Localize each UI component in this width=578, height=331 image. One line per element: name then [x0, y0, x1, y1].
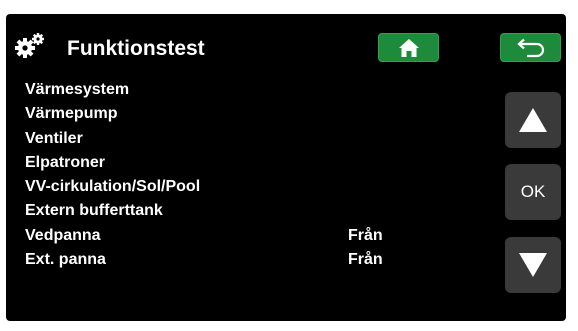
menu-item-value: Från: [348, 226, 383, 244]
page-title: Funktionstest: [67, 37, 205, 60]
menu-item-varmesystem[interactable]: Värmesystem: [25, 80, 405, 104]
display-screen: Funktionstest Värmesystem Värmepump Vent…: [6, 14, 566, 321]
menu-item-label: VV-cirkulation/Sol/Pool: [25, 178, 201, 196]
home-icon: [398, 38, 419, 57]
menu-list: Värmesystem Värmepump Ventiler Elpatrone…: [25, 80, 405, 274]
scroll-up-button[interactable]: [505, 92, 561, 148]
ok-label: OK: [520, 182, 546, 201]
menu-item-label: Värmesystem: [25, 81, 130, 98]
menu-item-elpatroner[interactable]: Elpatroner: [25, 153, 405, 177]
menu-item-label: Ventiler: [25, 129, 83, 147]
menu-item-value: Från: [348, 251, 383, 269]
gears-icon: [15, 33, 44, 58]
return-arrow-icon: [516, 38, 544, 57]
menu-item-label: Extern bufferttank: [25, 202, 163, 220]
menu-item-label: Vedpanna: [25, 226, 101, 244]
menu-item-vedpanna[interactable]: Vedpanna Från: [25, 226, 405, 250]
menu-item-label: Ext. panna: [25, 251, 106, 269]
menu-item-label: Värmepump: [25, 105, 118, 123]
menu-item-label: Elpatroner: [25, 153, 106, 171]
menu-item-vv-cirkulation[interactable]: VV-cirkulation/Sol/Pool: [25, 177, 405, 201]
home-button[interactable]: [378, 33, 439, 62]
menu-item-ventiler[interactable]: Ventiler: [25, 129, 405, 153]
menu-item-extern-bufferttank[interactable]: Extern bufferttank: [25, 201, 405, 225]
ok-button[interactable]: OK: [505, 164, 561, 220]
triangle-up-icon: [519, 108, 547, 132]
scroll-down-button[interactable]: [505, 237, 561, 293]
menu-item-varmepump[interactable]: Värmepump: [25, 104, 405, 128]
menu-item-ext-panna[interactable]: Ext. panna Från: [25, 250, 405, 274]
triangle-down-icon: [519, 253, 547, 277]
back-button[interactable]: [500, 33, 561, 62]
